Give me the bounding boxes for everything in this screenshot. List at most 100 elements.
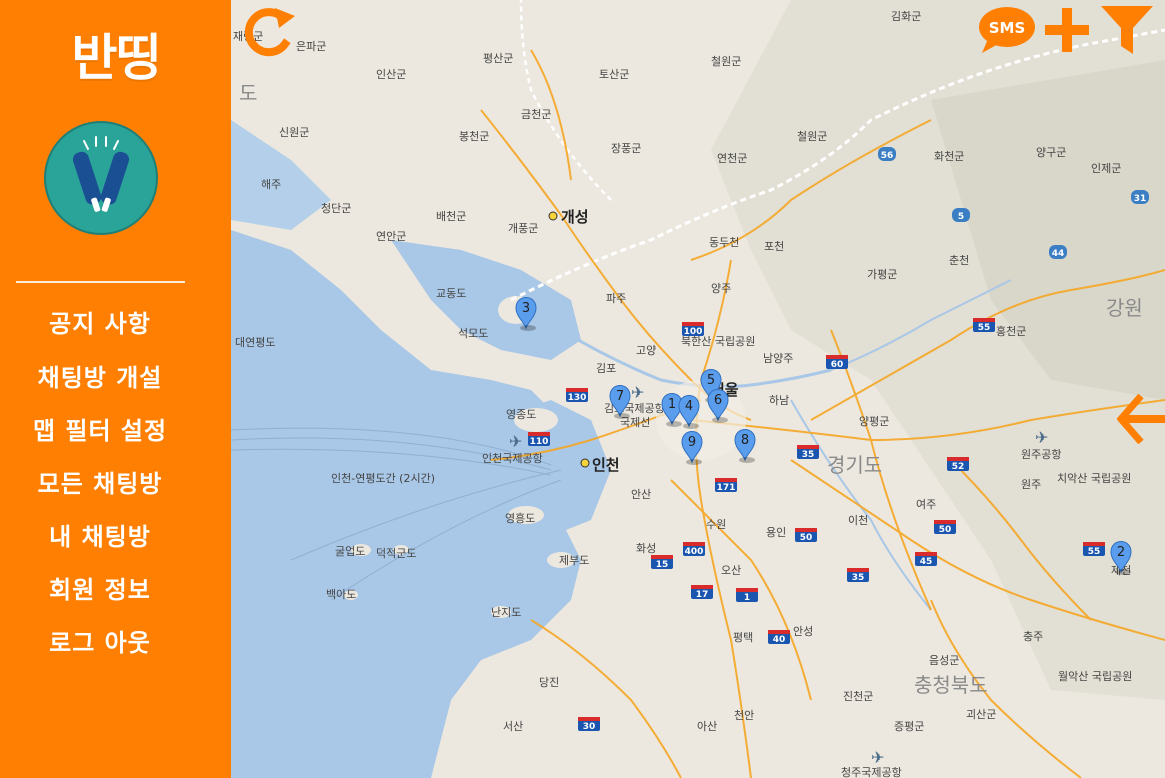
svg-text:은파군: 은파군: [296, 40, 326, 53]
svg-text:춘천: 춘천: [949, 253, 969, 267]
svg-text:청단군: 청단군: [321, 202, 351, 215]
svg-text:인제군: 인제군: [1091, 162, 1121, 175]
svg-text:1: 1: [668, 397, 676, 412]
airport-icon: ✈: [631, 383, 644, 402]
svg-text:남양주: 남양주: [763, 352, 793, 365]
refresh-icon[interactable]: [239, 4, 299, 60]
svg-text:충청북도: 충청북도: [914, 673, 988, 697]
svg-text:31: 31: [1134, 194, 1147, 204]
svg-text:홍천군: 홍천군: [996, 324, 1026, 338]
svg-text:영흥도: 영흥도: [505, 511, 535, 525]
svg-text:대연평도: 대연평도: [235, 336, 275, 349]
svg-text:개풍군: 개풍군: [508, 222, 538, 235]
svg-text:안성: 안성: [793, 625, 813, 638]
svg-text:난지도: 난지도: [491, 606, 521, 619]
plus-icon[interactable]: [1043, 6, 1091, 54]
svg-text:강원: 강원: [1106, 296, 1143, 320]
svg-text:김포: 김포: [596, 362, 616, 375]
svg-text:포천: 포천: [764, 239, 784, 253]
svg-text:영종도: 영종도: [506, 408, 536, 421]
app-logo-icon: [44, 121, 158, 235]
svg-text:50: 50: [800, 533, 813, 543]
svg-text:장풍군: 장풍군: [611, 142, 641, 155]
svg-text:171: 171: [717, 483, 736, 493]
airport-icon: ✈: [871, 748, 884, 767]
svg-text:1: 1: [744, 593, 750, 603]
svg-text:철원군: 철원군: [711, 55, 741, 68]
svg-text:인산군: 인산군: [376, 68, 406, 81]
svg-text:증평군: 증평군: [894, 720, 924, 733]
sidebar-item-map-filter[interactable]: 맵 필터 설정: [0, 411, 200, 446]
svg-text:음성군: 음성군: [929, 654, 959, 667]
svg-text:충주: 충주: [1023, 630, 1043, 643]
svg-text:40: 40: [773, 635, 786, 645]
svg-text:110: 110: [530, 437, 549, 447]
svg-text:백아도: 백아도: [326, 588, 356, 601]
svg-text:제부도: 제부도: [559, 554, 589, 567]
svg-text:아산: 아산: [697, 720, 717, 733]
svg-text:7: 7: [616, 389, 624, 404]
svg-text:덕적군도: 덕적군도: [376, 547, 416, 560]
svg-text:도: 도: [239, 81, 257, 105]
sidebar-divider: [16, 281, 185, 283]
svg-text:연천군: 연천군: [717, 151, 747, 165]
svg-text:56: 56: [881, 151, 894, 161]
svg-text:토산군: 토산군: [599, 68, 629, 81]
svg-text:17: 17: [696, 590, 709, 600]
svg-text:양평군: 양평군: [859, 415, 889, 428]
svg-text:파주: 파주: [606, 292, 626, 305]
sidebar-item-logout[interactable]: 로그 아웃: [0, 623, 200, 658]
svg-text:55: 55: [1088, 547, 1101, 557]
svg-text:청주국제공항: 청주국제공항: [841, 766, 902, 778]
svg-text:천안: 천안: [734, 708, 754, 722]
svg-text:수원: 수원: [706, 518, 726, 531]
sms-button[interactable]: SMS: [978, 5, 1036, 55]
svg-text:원주: 원주: [1021, 478, 1041, 491]
airport-icon: ✈: [1035, 428, 1048, 447]
sidebar-item-my-chats[interactable]: 내 채팅방: [0, 517, 200, 552]
sidebar-item-member-info[interactable]: 회원 정보: [0, 570, 200, 605]
sidebar-item-create-chat[interactable]: 채팅방 개설: [0, 358, 200, 393]
svg-text:30: 30: [583, 722, 596, 732]
svg-text:5: 5: [958, 212, 964, 222]
svg-text:15: 15: [656, 560, 669, 570]
svg-text:화천군: 화천군: [934, 149, 964, 163]
svg-text:용인: 용인: [766, 526, 786, 539]
svg-text:이천: 이천: [848, 513, 868, 527]
svg-text:3: 3: [522, 301, 530, 316]
svg-text:원주공항: 원주공항: [1021, 448, 1061, 461]
svg-text:치악산 국립공원: 치악산 국립공원: [1057, 472, 1131, 485]
svg-text:동두천: 동두천: [709, 235, 739, 249]
svg-text:SMS: SMS: [989, 19, 1026, 37]
svg-text:고양: 고양: [636, 344, 656, 357]
svg-text:봉천군: 봉천군: [459, 129, 489, 143]
map-view[interactable]: 130 110 100 60 55 56 5 44 31 35 52 50 45…: [231, 0, 1165, 778]
svg-text:2: 2: [1117, 545, 1125, 560]
filter-icon[interactable]: [1099, 2, 1155, 58]
arrow-left-icon[interactable]: [1117, 394, 1165, 444]
svg-text:하남: 하남: [769, 393, 789, 407]
svg-text:양주: 양주: [711, 282, 731, 295]
svg-text:양구군: 양구군: [1036, 146, 1066, 159]
svg-text:4: 4: [685, 399, 693, 414]
svg-text:평택: 평택: [733, 631, 753, 644]
sidebar-item-notice[interactable]: 공지 사항: [0, 304, 200, 339]
svg-text:여주: 여주: [916, 498, 936, 511]
svg-text:교동도: 교동도: [436, 287, 466, 300]
svg-text:400: 400: [685, 547, 704, 557]
svg-text:해주: 해주: [261, 177, 281, 191]
svg-text:안산: 안산: [631, 488, 651, 501]
svg-text:50: 50: [939, 525, 952, 535]
svg-text:평산군: 평산군: [483, 52, 513, 65]
svg-text:44: 44: [1052, 249, 1065, 259]
svg-text:경기도: 경기도: [827, 453, 882, 477]
svg-text:철원군: 철원군: [797, 130, 827, 143]
svg-text:9: 9: [688, 435, 696, 450]
svg-text:인천국제공항: 인천국제공항: [482, 451, 543, 465]
sidebar-item-all-chats[interactable]: 모든 채팅방: [0, 464, 200, 499]
svg-text:월악산 국립공원: 월악산 국립공원: [1058, 670, 1132, 683]
svg-text:130: 130: [568, 393, 587, 403]
brand-title: 반띵: [71, 29, 162, 87]
svg-text:김화군: 김화군: [891, 10, 921, 23]
svg-text:진천군: 진천군: [843, 689, 873, 703]
